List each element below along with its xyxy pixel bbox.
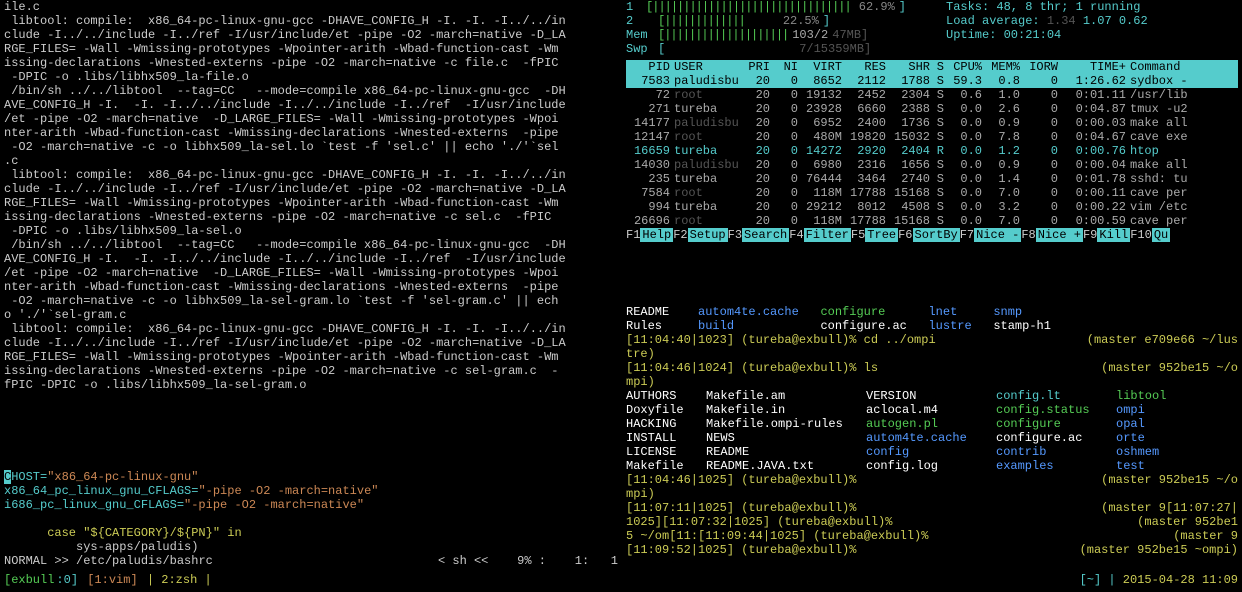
fn-filter[interactable]: Filter <box>804 228 851 242</box>
function-keys-bar[interactable]: F1Help F2Setup F3SearchF4FilterF5Tree F6… <box>626 228 1238 242</box>
fn-search[interactable]: Search <box>742 228 789 242</box>
process-row[interactable]: 72 root 20 0 19132 2452 2304 S 0.6 1.0 0… <box>626 88 1238 102</box>
fn-qu[interactable]: Qu <box>1152 228 1170 242</box>
system-stats: Tasks: 48, 8 thr; 1 running Load average… <box>946 0 1238 56</box>
process-row[interactable]: 235 tureba 20 0 76444 3464 2740 S 0.0 1.… <box>626 172 1238 186</box>
process-row[interactable]: 7584 root 20 0 118M 17788 15168 S 0.0 7.… <box>626 186 1238 200</box>
tmux-window-vim[interactable]: [1:vim] <box>87 573 137 587</box>
process-row[interactable]: 16659 tureba 20 0 14272 2920 2404 R 0.0 … <box>626 144 1238 158</box>
compile-output-pane: ile.c libtool: compile: x86_64-pc-linux-… <box>0 0 622 470</box>
fn-setup[interactable]: Setup <box>688 228 728 242</box>
process-row[interactable]: 7583 paludisbu 20 0 8652 2112 1788 S 59.… <box>626 74 1238 88</box>
fn-nice +[interactable]: Nice + <box>1036 228 1083 242</box>
fn-help[interactable]: Help <box>640 228 673 242</box>
htop-pane[interactable]: 1[|||||||||||||||||||||||||||||||| 62.9%… <box>622 0 1242 305</box>
process-row[interactable]: 14177 paludisbu 20 0 6952 2400 1736 S 0.… <box>626 116 1238 130</box>
tmux-window-zsh[interactable]: | 2:zsh | <box>147 573 212 587</box>
process-row[interactable]: 994 tureba 20 0 29212 8012 4508 S 0.0 3.… <box>626 200 1238 214</box>
process-row[interactable]: 271 tureba 20 0 23928 6660 2388 S 0.0 2.… <box>626 102 1238 116</box>
fn-kill[interactable]: Kill <box>1097 228 1130 242</box>
cpu-meters: 1[|||||||||||||||||||||||||||||||| 62.9%… <box>626 0 906 56</box>
process-table[interactable]: PIDUSERPRINIVIRTRESSHRSCPU%MEM%IORWTIME+… <box>626 60 1238 228</box>
vim-mode: NORMAL <box>4 554 54 568</box>
clock: 2015-04-28 11:09 <box>1116 573 1238 587</box>
tmux-status-bar[interactable]: [exbull:0] [1:vim] | 2:zsh | [~] | 2015-… <box>0 570 1242 590</box>
process-row[interactable]: 12147 root 20 0 480M 19820 15032 S 0.0 7… <box>626 130 1238 144</box>
fn-sortby[interactable]: SortBy <box>913 228 960 242</box>
shell-pane[interactable]: README autom4te.cache configure lnet snm… <box>622 305 1242 570</box>
fn-nice -[interactable]: Nice - <box>974 228 1021 242</box>
vim-position: < sh << 9% : 1: 1 <box>438 554 618 568</box>
fn-tree[interactable]: Tree <box>865 228 898 242</box>
vim-pane[interactable]: CHOST="x86_64-pc-linux-gnu" x86_64_pc_li… <box>0 470 622 570</box>
process-row[interactable]: 14030 paludisbu 20 0 6980 2316 1656 S 0.… <box>626 158 1238 172</box>
process-row[interactable]: 26696 root 20 0 118M 17788 15168 S 0.0 7… <box>626 214 1238 228</box>
